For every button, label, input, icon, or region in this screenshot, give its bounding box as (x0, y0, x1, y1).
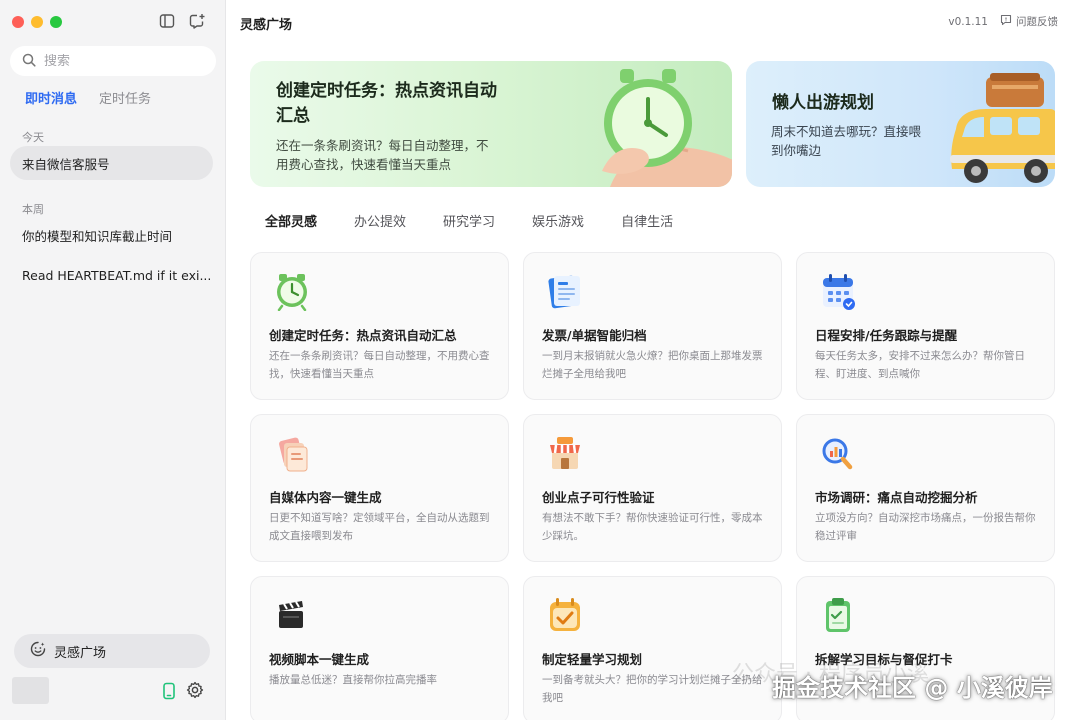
card-title: 日程安排/任务跟踪与提醒 (815, 328, 958, 343)
checklist-calendar-icon (546, 595, 584, 635)
avatar[interactable] (12, 677, 49, 704)
conversation-title: 来自微信客服号 (22, 156, 110, 172)
banner-title: 创建定时任务：热点资讯自动汇总 (276, 81, 497, 126)
calendar-icon (819, 271, 857, 311)
banner-title: 懒人出游规划 (772, 93, 874, 113)
card-description: 每天任务太多，安排不过来怎么办？帮你管日程、盯进度、到点喊你 (815, 350, 1025, 380)
inspiration-card[interactable]: 市场调研：痛点自动挖掘分析 立项没方向？自动深挖市场痛点，一份报告帮你稳过评审 (796, 414, 1055, 562)
main-content: 灵感广场 v0.1.11 问题反馈 创建定时任务：热点资讯自动汇总 还在一条条刷… (227, 0, 1080, 720)
inspiration-card[interactable]: 发票/单据智能归档 一到月末报销就火急火燎？把你桌面上那堆发票烂摊子全甩给我吧 (523, 252, 782, 400)
inspiration-card[interactable]: 视频脚本一键生成 播放量总低迷？直接帮你拉高完播率 (250, 576, 509, 720)
card-title: 创业点子可行性验证 (542, 490, 655, 505)
watermark: 掘金技术社区 @ 小溪彼岸 (772, 674, 1053, 702)
banner-travel-planning[interactable]: 懒人出游规划 周末不知道去哪玩？直接喂到你嘴边 (746, 61, 1055, 187)
new-chat-icon[interactable] (188, 12, 206, 30)
inspiration-square-button[interactable]: 灵感广场 (14, 634, 210, 668)
inspiration-square-label: 灵感广场 (54, 645, 107, 661)
smile-icon (30, 641, 46, 661)
conversation-item[interactable]: Read HEARTBEAT.md if it exi... (10, 258, 213, 292)
phone-icon[interactable] (162, 682, 176, 704)
card-description: 还在一条条刷资讯？每日自动整理，不用费心查找，快速看懂当天重点 (269, 350, 490, 380)
pages-icon (273, 433, 311, 473)
zoom-window-button[interactable] (50, 16, 62, 28)
clapperboard-icon (273, 595, 311, 635)
search-input[interactable] (44, 53, 194, 69)
feedback-label: 问题反馈 (1016, 16, 1058, 28)
toggle-sidebar-icon[interactable] (158, 12, 176, 30)
inspiration-card[interactable]: 自媒体内容一键生成 日更不知道写啥？定领域平台，全自动从选题到成文直接喂到发布 (250, 414, 509, 562)
card-title: 发票/单据智能归档 (542, 328, 647, 343)
tab-instant-messages[interactable]: 即时消息 (25, 88, 77, 107)
card-title: 市场调研：痛点自动挖掘分析 (815, 490, 978, 505)
tab-all-inspirations[interactable]: 全部灵感 (265, 211, 317, 230)
group-label-this-week: 本周 (22, 203, 44, 216)
search-box[interactable] (10, 46, 216, 76)
tab-research-study[interactable]: 研究学习 (443, 211, 495, 230)
card-description: 日更不知道写啥？定领域平台，全自动从选题到成文直接喂到发布 (269, 512, 490, 542)
group-label-today: 今天 (22, 131, 44, 144)
tab-office-efficiency[interactable]: 办公提效 (354, 211, 406, 230)
inspiration-card[interactable]: 制定轻量学习规划 一到备考就头大？把你的学习计划烂摊子全扔给我吧 (523, 576, 782, 720)
tab-self-discipline[interactable]: 自律生活 (621, 211, 673, 230)
conversation-title: 你的模型和知识库截止时间 (22, 228, 173, 244)
card-title: 制定轻量学习规划 (542, 652, 643, 667)
feedback-icon (1000, 14, 1012, 29)
conversation-title: Read HEARTBEAT.md if it exi... (22, 267, 212, 283)
card-description: 一到月末报销就火急火燎？把你桌面上那堆发票烂摊子全甩给我吧 (542, 350, 763, 380)
card-title: 自媒体内容一键生成 (269, 490, 382, 505)
alarm-clock-icon (273, 271, 311, 312)
close-window-button[interactable] (12, 16, 24, 28)
store-icon (546, 433, 584, 473)
inspiration-card[interactable]: 创业点子可行性验证 有想法不敢下手？帮你快速验证可行性，零成本少踩坑。 (523, 414, 782, 562)
magnifier-chart-icon (819, 433, 857, 473)
hand-alarm-clock-icon (550, 61, 732, 187)
tab-scheduled-tasks[interactable]: 定时任务 (99, 88, 151, 107)
feedback-button[interactable]: 问题反馈 (1000, 14, 1058, 29)
card-title: 创建定时任务：热点资讯自动汇总 (269, 328, 457, 343)
sidebar: 即时消息 定时任务 今天 来自微信客服号 本周 你的模型和知识库截止时间 Rea… (0, 0, 226, 720)
inspiration-card[interactable]: 创建定时任务：热点资讯自动汇总 还在一条条刷资讯？每日自动整理，不用费心查找，快… (250, 252, 509, 400)
version-label: v0.1.11 (948, 15, 988, 28)
page-title: 灵感广场 (240, 18, 293, 33)
inspiration-card[interactable]: 日程安排/任务跟踪与提醒 每天任务太多，安排不过来怎么办？帮你管日程、盯进度、到… (796, 252, 1055, 400)
category-tabs: 全部灵感 办公提效 研究学习 娱乐游戏 自律生活 (265, 211, 673, 230)
conversation-item[interactable]: 你的模型和知识库截止时间 (10, 218, 213, 252)
settings-gear-icon[interactable] (186, 681, 204, 703)
banner-description: 还在一条条刷资讯？每日自动整理，不用费心查找，快速看懂当天重点 (276, 138, 489, 172)
search-icon (22, 52, 36, 71)
window-controls (12, 16, 62, 28)
card-description: 有想法不敢下手？帮你快速验证可行性，零成本少踩坑。 (542, 512, 763, 542)
card-description: 立项没方向？自动深挖市场痛点，一份报告帮你稳过评审 (815, 512, 1036, 542)
clipboard-icon (819, 595, 857, 635)
conversation-item[interactable]: 来自微信客服号 (10, 146, 213, 180)
invoice-icon (546, 271, 584, 311)
banner-description: 周末不知道去哪玩？直接喂到你嘴边 (771, 124, 922, 158)
tab-entertainment-games[interactable]: 娱乐游戏 (532, 211, 584, 230)
banner-scheduled-news[interactable]: 创建定时任务：热点资讯自动汇总 还在一条条刷资讯？每日自动整理，不用费心查找，快… (250, 61, 732, 187)
card-description: 播放量总低迷？直接帮你拉高完播率 (269, 674, 437, 686)
minimize-window-button[interactable] (31, 16, 43, 28)
card-title: 视频脚本一键生成 (269, 652, 370, 667)
van-luggage-icon (946, 65, 1055, 187)
